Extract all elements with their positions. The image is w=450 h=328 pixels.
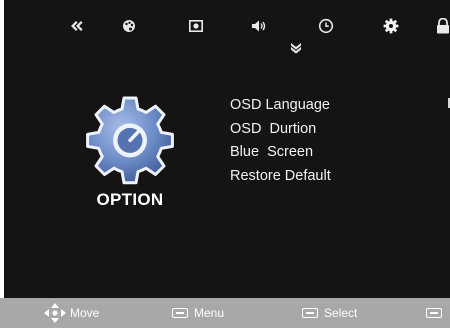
- picture-icon[interactable]: [184, 14, 208, 38]
- menu-item-blue-screen[interactable]: Blue Screen: [230, 141, 331, 165]
- palette-icon[interactable]: [117, 14, 141, 38]
- option-gear-icon: [86, 96, 174, 185]
- menu-key-icon: [172, 308, 188, 318]
- menu-hint: Menu: [172, 298, 224, 328]
- speaker-icon[interactable]: [247, 14, 271, 38]
- section-title: OPTION: [96, 190, 164, 209]
- exit-hint: [426, 298, 448, 328]
- move-arrows-icon: [44, 303, 66, 323]
- exit-key-icon: [426, 308, 442, 318]
- move-hint: Move: [44, 298, 99, 328]
- enter-key-icon: [302, 308, 318, 318]
- double-chevron-left-icon[interactable]: [64, 14, 88, 38]
- option-menu-list: OSD Language OSD Durtion Blue Screen Res…: [230, 94, 331, 188]
- footer-hint-bar: Move Menu Select: [0, 298, 450, 328]
- move-hint-label: Move: [70, 306, 100, 320]
- clock-icon[interactable]: [314, 14, 338, 38]
- menu-item-osd-duration[interactable]: OSD Durtion: [230, 118, 331, 142]
- lock-icon[interactable]: [436, 14, 450, 38]
- menu-item-osd-language[interactable]: OSD Language: [230, 94, 331, 118]
- menu-hint-label: Menu: [194, 306, 225, 320]
- menu-item-restore-default[interactable]: Restore Default: [230, 165, 331, 189]
- gear-icon[interactable]: [379, 14, 403, 38]
- chevron-down-icon: [291, 43, 301, 54]
- menu-tab-bar: [4, 14, 450, 48]
- osd-menu-panel: OPTION OSD Language OSD Durtion Blue Scr…: [4, 0, 450, 298]
- select-hint-label: Select: [324, 306, 358, 320]
- tv-screen: OPTION OSD Language OSD Durtion Blue Scr…: [0, 0, 450, 328]
- select-hint: Select: [302, 298, 357, 328]
